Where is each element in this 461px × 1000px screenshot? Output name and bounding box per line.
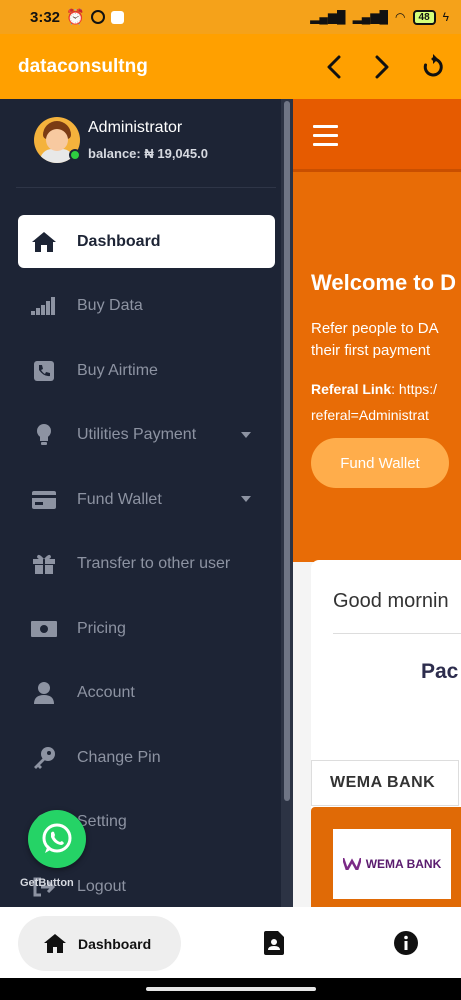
user-icon — [31, 682, 57, 704]
home-icon — [44, 934, 66, 953]
status-time: 3:32 — [30, 8, 61, 26]
home-indicator[interactable] — [146, 987, 316, 991]
menu-item-account[interactable]: Account — [18, 667, 275, 720]
menu-item-transfer[interactable]: Transfer to other user — [18, 538, 275, 591]
navigation-drawer: Administrator balance: ₦ 19,045.0 Dashbo… — [0, 99, 293, 907]
alarm-icon: ⏰ — [66, 9, 85, 26]
online-status-dot — [69, 149, 81, 161]
welcome-heading: Welcome to D — [311, 270, 457, 295]
reload-icon[interactable] — [421, 53, 445, 80]
menu-item-buy-data[interactable]: Buy Data — [18, 280, 275, 333]
menu-item-fund-wallet[interactable]: Fund Wallet — [18, 473, 275, 526]
app-bar: dataconsultng — [0, 34, 461, 99]
bank-panel: WEMA BANK — [311, 807, 461, 907]
chevron-down-icon — [241, 496, 251, 502]
signal-icon: ▂▄▆█ — [310, 10, 346, 24]
content-header — [293, 99, 461, 172]
gift-icon — [31, 554, 57, 574]
user-name: Administrator — [88, 119, 183, 136]
whatsapp-button[interactable] — [28, 810, 86, 868]
referal-link: Referal Link: https:/ referal=Administra… — [311, 381, 438, 423]
whatsapp-icon — [42, 823, 72, 853]
drawer-scrollbar[interactable] — [281, 99, 293, 907]
welcome-banner: Welcome to D Refer people to DA their fi… — [293, 172, 461, 562]
bank-tab-wema[interactable]: WEMA BANK — [311, 760, 459, 806]
status-bar: 3:32 ⏰ ▂▄▆█ ▂▄▆█ ◠ 48 ϟ — [0, 0, 461, 34]
user-profile: Administrator balance: ₦ 19,045.0 — [34, 117, 208, 163]
dashboard-content: Welcome to D Refer people to DA their fi… — [293, 99, 461, 907]
wallet-balance: balance: ₦ 19,045.0 — [88, 146, 208, 161]
key-icon — [31, 746, 57, 769]
sync-icon — [90, 10, 105, 24]
credit-card-icon — [31, 490, 57, 509]
app-title: dataconsultng — [18, 55, 148, 77]
wifi-icon: ◠ — [395, 10, 406, 24]
menu-item-change-pin[interactable]: Change Pin — [18, 731, 275, 784]
wema-bank-logo: WEMA BANK — [333, 829, 451, 899]
packages-heading: Pac — [421, 660, 459, 683]
gesture-bar — [0, 978, 461, 1000]
drawer-menu: Dashboard Buy Data Buy Airtime Utilities… — [18, 215, 275, 907]
signal-icon-2: ▂▄▆█ — [352, 10, 389, 24]
scrollbar-thumb[interactable] — [284, 101, 290, 801]
bottom-nav-contact[interactable] — [264, 931, 284, 960]
phone-square-icon — [31, 360, 57, 381]
hamburger-menu-icon[interactable] — [313, 125, 338, 152]
lightbulb-icon — [31, 424, 57, 446]
menu-item-utilities-payment[interactable]: Utilities Payment — [18, 409, 275, 462]
menu-item-pricing[interactable]: Pricing — [18, 602, 275, 655]
fund-wallet-button[interactable]: Fund Wallet — [311, 438, 449, 488]
getbutton-label: GetButton — [20, 877, 74, 889]
chevron-down-icon — [241, 431, 251, 438]
signal-bars-icon — [31, 297, 57, 315]
money-bill-icon — [31, 620, 57, 637]
menu-item-dashboard[interactable]: Dashboard — [18, 215, 275, 268]
bottom-nav-dashboard[interactable]: Dashboard — [18, 916, 181, 971]
charging-icon: ϟ — [442, 10, 449, 24]
profile-divider — [16, 187, 276, 188]
forward-arrow-icon[interactable] — [373, 55, 391, 79]
bottom-navigation: Dashboard — [0, 907, 461, 978]
refer-text: Refer people to DA their first payment — [311, 320, 439, 359]
app-notification-icon — [110, 10, 124, 24]
battery-icon: 48 — [412, 9, 436, 25]
info-icon — [394, 931, 418, 955]
bottom-nav-info[interactable] — [394, 931, 418, 960]
greeting-text: Good mornin — [333, 590, 449, 612]
menu-item-buy-airtime[interactable]: Buy Airtime — [18, 344, 275, 397]
contact-card-icon — [264, 931, 284, 955]
home-icon — [31, 231, 57, 252]
back-arrow-icon[interactable] — [325, 55, 343, 79]
